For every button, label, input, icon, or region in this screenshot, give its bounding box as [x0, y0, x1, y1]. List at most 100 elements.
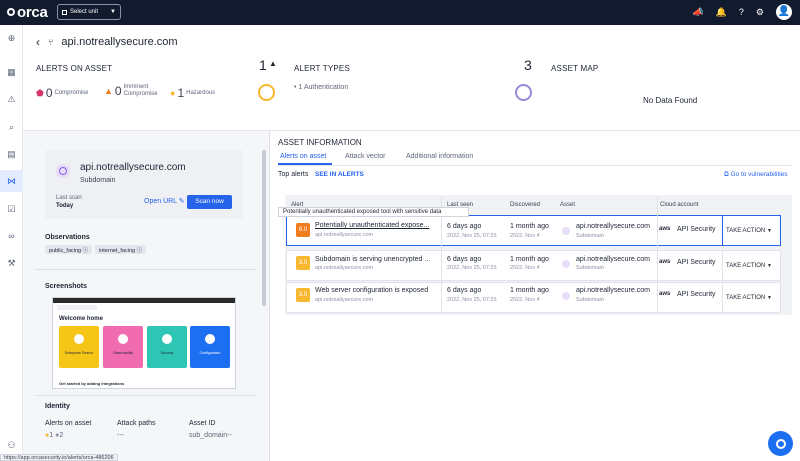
- help-icon[interactable]: ?: [739, 7, 744, 17]
- tab-alerts-on-asset[interactable]: Alerts on asset: [280, 153, 326, 160]
- megaphone-icon[interactable]: 📣: [692, 7, 703, 18]
- col-cloud-account[interactable]: Cloud account: [660, 202, 698, 208]
- column-divider: [657, 196, 658, 313]
- severity-score: 3.0: [296, 288, 310, 302]
- back-arrow-icon[interactable]: ‹: [36, 35, 40, 49]
- unit-select[interactable]: Select unit ▼: [57, 4, 121, 20]
- top-alerts-label: Top alerts: [278, 171, 309, 178]
- discovered-date: 2022, Nov 4: [510, 265, 540, 271]
- hazardous-icon: ●: [170, 88, 176, 98]
- discovered: 1 month ago: [510, 223, 549, 230]
- settings-icon[interactable]: ⚒: [5, 257, 18, 269]
- caret-down-icon: ▼: [767, 263, 772, 269]
- asset-id-label: Asset ID: [189, 420, 216, 427]
- screenshots-title: Screenshots: [45, 283, 88, 290]
- bell-icon[interactable]: 🔔: [716, 7, 727, 18]
- alert-types-donut: [258, 84, 275, 101]
- status-bar-url: https://app.orcasecurity.io/alerts/orca-…: [0, 454, 118, 461]
- last-seen-date: 2022, Nov 25, 07:33: [447, 297, 497, 303]
- active-tab-indicator: [278, 163, 332, 165]
- gear-icon[interactable]: ⚙: [756, 7, 764, 18]
- alert-title[interactable]: Potentially unauthenticated expose...: [315, 222, 429, 229]
- attack-paths-label: Attack paths: [117, 420, 156, 427]
- chip-internet-facing[interactable]: internet_facing ⓘ: [95, 245, 147, 254]
- hazardous-count[interactable]: ● 1 Hazardous: [170, 86, 215, 100]
- alert-title[interactable]: Web server configuration is exposed: [315, 287, 428, 294]
- alert-title-tooltip: Potentially unauthenticated exposed tool…: [278, 207, 469, 217]
- alert-asset: api.notreallysecure.com: [315, 232, 374, 238]
- left-panel-scrollbar[interactable]: [262, 150, 266, 306]
- discovered-date: 2022, Nov 4: [510, 297, 540, 303]
- search-icon[interactable]: ⌕: [5, 121, 18, 133]
- authentication-item[interactable]: • 1 Authentication: [294, 84, 348, 91]
- alerts-on-asset-label: Alerts on asset: [45, 420, 92, 427]
- compromise-count[interactable]: ⬟ 0 Compromise: [36, 86, 89, 100]
- left-nav: ⊕ ▦ ⚠ ⌕ ▤ ⋈ ☑ ∞ ⚒ ⚇: [0, 25, 23, 461]
- last-seen: 6 days ago: [447, 223, 482, 230]
- take-action-button[interactable]: TAKE ACTION ▼: [723, 215, 781, 246]
- compliance-icon[interactable]: ☑: [5, 203, 18, 215]
- open-url-link[interactable]: Open URL ✎: [144, 197, 185, 205]
- alerts-icon[interactable]: ⚠: [5, 93, 18, 105]
- alerts-on-asset-values: ●1 ●2: [45, 432, 64, 439]
- observations-title: Observations: [45, 234, 90, 241]
- orca-logo[interactable]: orca: [7, 4, 48, 21]
- inventory-icon[interactable]: ▤: [5, 148, 18, 160]
- caret-down-icon: ▼: [767, 295, 772, 301]
- asset-name[interactable]: api.notreallysecure.com: [576, 223, 650, 230]
- asset-name[interactable]: api.notreallysecure.com: [576, 256, 650, 263]
- asset-name[interactable]: api.notreallysecure.com: [576, 287, 650, 294]
- subdomain-icon: [562, 260, 570, 268]
- screenshot-thumbnail[interactable]: Welcome home Enterprise Search Observabi…: [52, 297, 236, 389]
- quick-access-icon[interactable]: ⊕: [5, 32, 18, 44]
- thumb-footer: Get started by adding integrations: [59, 381, 125, 386]
- chip-public-facing[interactable]: public_facing ⓘ: [45, 245, 93, 254]
- cloud-account: API Security: [677, 291, 716, 298]
- thumb-tile: Observability: [103, 326, 143, 368]
- alert-types-title: ALERT TYPES: [294, 64, 351, 73]
- thumb-tile: Configuration: [190, 326, 230, 368]
- tab-additional-information[interactable]: Additional information: [406, 153, 473, 160]
- integrations-icon[interactable]: ∞: [5, 230, 18, 242]
- alert-types-count: 1 ▲: [259, 57, 277, 73]
- tab-attack-vector[interactable]: Attack vector: [345, 153, 385, 160]
- aws-icon: aws: [659, 259, 671, 265]
- subdomain-icon: [56, 164, 70, 178]
- section-divider: [35, 395, 256, 396]
- user-avatar-icon[interactable]: 👤: [776, 4, 792, 20]
- imminent-icon: ▲: [104, 86, 113, 96]
- asset-map-empty: No Data Found: [643, 96, 698, 105]
- subdomain-icon: [562, 227, 570, 235]
- identity-title: Identity: [45, 403, 70, 410]
- cloud-account: API Security: [677, 259, 716, 266]
- discovered: 1 month ago: [510, 256, 549, 263]
- alert-title[interactable]: Subdomain is serving unencrypted ...: [315, 256, 430, 263]
- graph-icon[interactable]: ⋈: [0, 170, 23, 192]
- link-icon: ⧉: [724, 171, 729, 178]
- last-scan-label: Last scan: [56, 195, 82, 201]
- thumb-tile: Security: [147, 326, 187, 368]
- chevron-down-icon: ▼: [110, 9, 116, 15]
- col-discovered[interactable]: Discovered: [510, 202, 540, 208]
- section-divider: [35, 269, 256, 270]
- external-link-icon: ✎: [178, 198, 185, 205]
- col-asset[interactable]: Asset: [560, 202, 575, 208]
- imminent-count[interactable]: ▲ 0 Imminent Compromise: [104, 84, 158, 98]
- take-action-button[interactable]: TAKE ACTION ▼: [723, 282, 781, 313]
- asset-type: Subdomain: [80, 177, 116, 184]
- take-action-button[interactable]: TAKE ACTION ▼: [723, 250, 781, 281]
- page-title: api.notreallysecure.com: [61, 36, 178, 48]
- subdomain-tree-icon: ⑂: [48, 37, 54, 47]
- users-icon[interactable]: ⚇: [5, 439, 18, 451]
- attack-paths-value: ---: [117, 432, 124, 439]
- help-chat-button[interactable]: [768, 431, 793, 456]
- dashboard-icon[interactable]: ▦: [5, 66, 18, 78]
- cloud-account: API Security: [677, 226, 716, 233]
- see-in-alerts-link[interactable]: SEE IN ALERTS: [315, 171, 364, 178]
- asset-name: api.notreallysecure.com: [80, 162, 186, 173]
- go-to-vulnerabilities-link[interactable]: ⧉ Go to vulnerabilities: [724, 171, 788, 179]
- subdomain-icon: [562, 292, 570, 300]
- severity-score: 6.0: [296, 223, 310, 237]
- scan-now-button[interactable]: Scan now: [187, 195, 232, 209]
- thumb-tile: Enterprise Search: [59, 326, 99, 368]
